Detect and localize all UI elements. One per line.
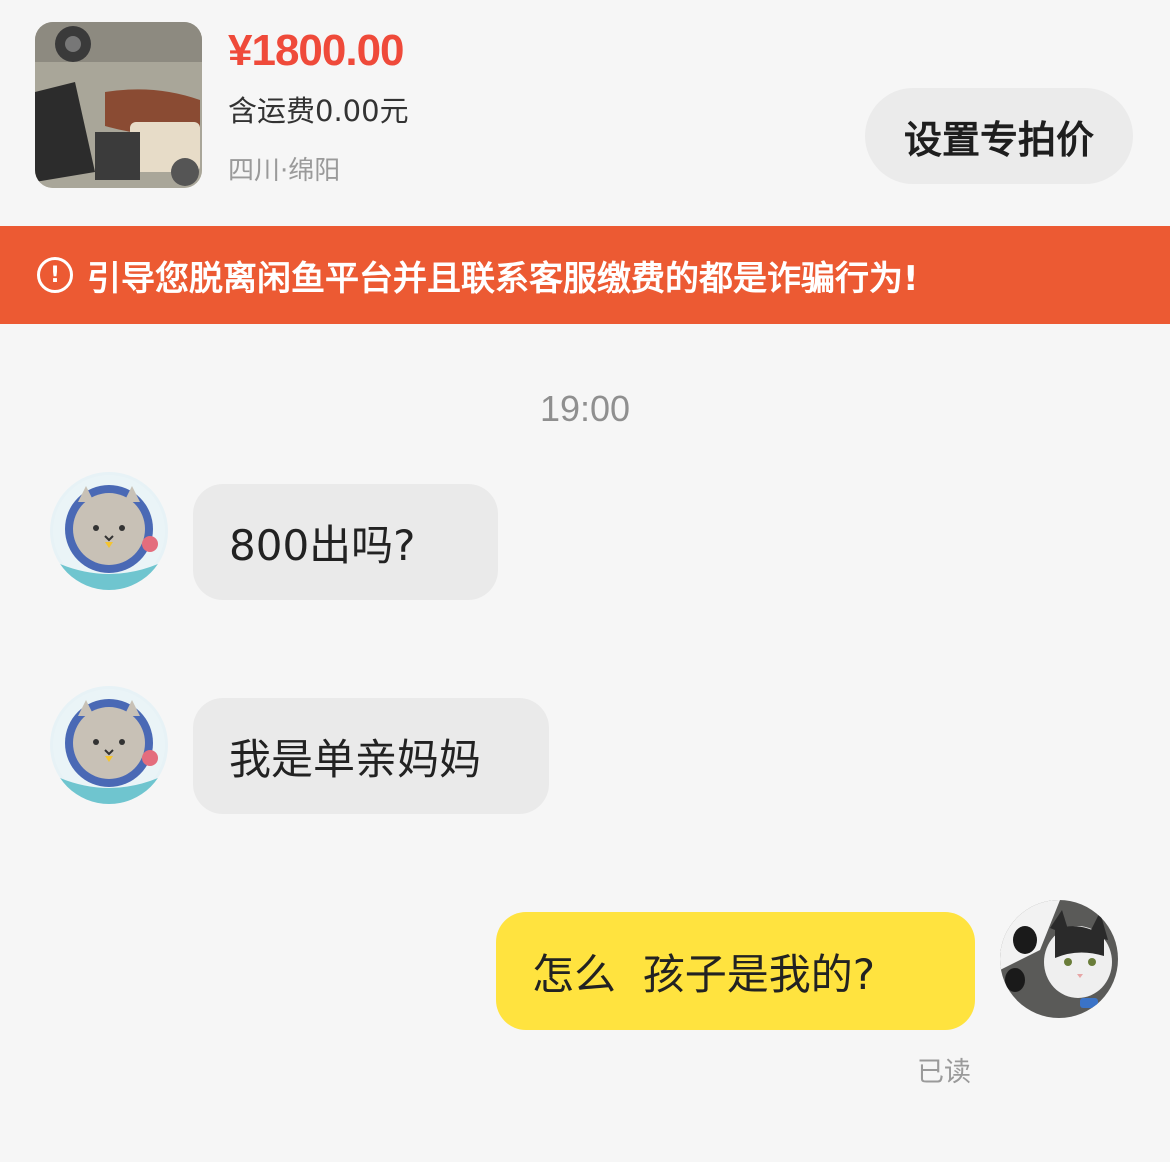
product-shipping: 含运费0.00元 (228, 94, 409, 128)
fraud-warning-banner: ! 引导您脱离闲鱼平台并且联系客服缴费的都是诈骗行为! (0, 226, 1170, 324)
cat-astronaut-icon (53, 475, 165, 590)
exclamation-circle-icon: ! (37, 257, 73, 293)
message-bubble-incoming[interactable]: 我是单亲妈妈 (193, 698, 549, 814)
self-avatar[interactable] (1000, 900, 1118, 1018)
set-special-price-button[interactable]: 设置专拍价 (865, 88, 1133, 184)
message-text: 怎么 孩子是我的? (532, 949, 875, 999)
other-user-avatar[interactable] (50, 472, 168, 590)
scooter-image (35, 22, 202, 188)
product-price: ¥1800.00 (228, 26, 405, 75)
chat-timestamp: 19:00 (539, 388, 631, 429)
cat-astronaut-icon (53, 689, 165, 804)
message-bubble-outgoing[interactable]: 怎么 孩子是我的? (496, 912, 975, 1030)
cat-photo-icon (1000, 900, 1118, 1018)
message-bubble-incoming[interactable]: 800出吗? (193, 484, 498, 600)
product-location: 四川·绵阳 (228, 156, 341, 186)
message-text: 800出吗? (229, 520, 416, 570)
message-text: 我是单亲妈妈 (229, 734, 482, 784)
product-thumbnail[interactable] (35, 22, 202, 188)
warning-text: 引导您脱离闲鱼平台并且联系客服缴费的都是诈骗行为! (87, 258, 919, 299)
product-header: ¥1800.00 含运费0.00元 四川·绵阳 设置专拍价 (0, 0, 1170, 226)
other-user-avatar[interactable] (50, 686, 168, 804)
read-receipt: 已读 (917, 1057, 971, 1088)
